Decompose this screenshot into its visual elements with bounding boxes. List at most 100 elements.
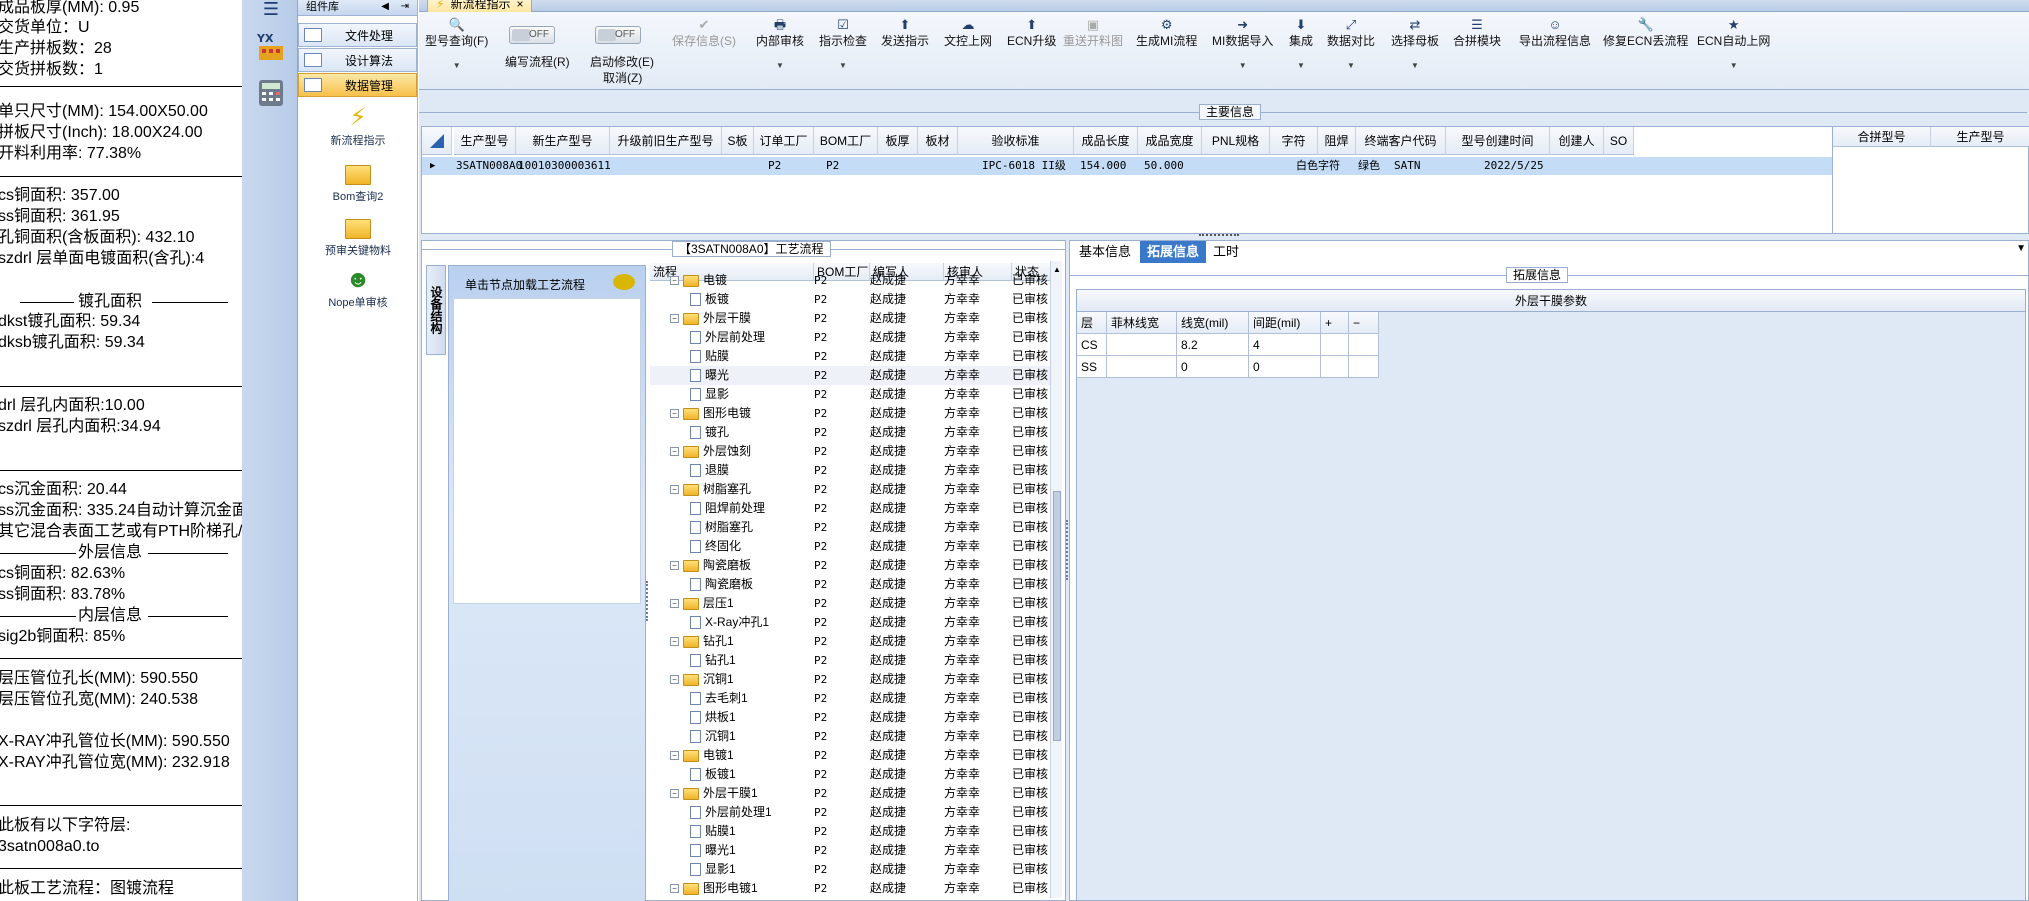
table-cell[interactable]: 4 — [1249, 334, 1321, 356]
collapse-icon[interactable]: − — [670, 637, 679, 646]
nope-review-item[interactable]: ☻ Nope单审核 — [298, 266, 418, 310]
table-cell[interactable]: 已审核 — [1012, 347, 1050, 366]
tree-group-row[interactable]: − 外层蚀刻 P2 赵成捷 方幸幸 已审核 — [650, 442, 1052, 461]
tree-step-row[interactable]: 板镀 P2 赵成捷 方幸幸 已审核 — [650, 290, 1052, 309]
table-cell[interactable]: 绿色 — [1358, 158, 1380, 174]
col-header[interactable]: PNL规格 — [1202, 127, 1270, 155]
tree-node[interactable]: 阻焊前处理 — [690, 499, 765, 518]
table-cell[interactable]: SS — [1077, 356, 1107, 378]
tree-group-row[interactable]: − 钻孔1 P2 赵成捷 方幸幸 已审核 — [650, 632, 1052, 651]
instruction-check-button[interactable]: ☑ 指示检查 ▼ — [819, 18, 867, 71]
table-cell[interactable]: P2 — [814, 594, 827, 613]
ecn-upgrade-button[interactable]: ⬆ ECN升级 — [1007, 18, 1056, 49]
table-cell[interactable]: P2 — [814, 689, 827, 708]
tree-node[interactable]: − 外层干膜1 — [670, 784, 758, 803]
table-cell[interactable]: 赵成捷 — [870, 841, 906, 860]
table-cell[interactable]: 赵成捷 — [870, 803, 906, 822]
dropdown-arrow-icon[interactable]: ▼ — [1212, 61, 1273, 70]
table-row-selected[interactable] — [422, 157, 1832, 175]
col-header[interactable]: SO — [1604, 127, 1634, 155]
close-icon[interactable]: × — [516, 0, 523, 12]
table-cell[interactable]: 方幸幸 — [944, 461, 980, 480]
resend-cutting-map-button[interactable]: ▣ 重送开料图 — [1063, 18, 1123, 49]
table-cell[interactable]: P2 — [814, 575, 827, 594]
tree-node[interactable]: − 沉铜1 — [670, 670, 734, 689]
table-cell[interactable]: 已审核 — [1012, 708, 1050, 727]
table-cell[interactable]: 方幸幸 — [944, 765, 980, 784]
col-header[interactable]: S板 — [722, 127, 754, 155]
tree-step-row[interactable]: 陶瓷磨板 P2 赵成捷 方幸幸 已审核 — [650, 575, 1052, 594]
tree-node[interactable]: − 电镀 — [670, 271, 727, 290]
table-cell[interactable]: P2 — [814, 841, 827, 860]
tree-node[interactable]: − 层压1 — [670, 594, 734, 613]
table-cell[interactable]: 方幸幸 — [944, 556, 980, 575]
table-cell[interactable]: P2 — [814, 822, 827, 841]
tree-group-row[interactable]: − 电镀 P2 赵成捷 方幸幸 已审核 — [650, 271, 1052, 290]
table-cell[interactable]: P2 — [814, 309, 827, 328]
table-cell[interactable]: 已审核 — [1012, 689, 1050, 708]
table-cell[interactable]: P2 — [814, 271, 827, 290]
tree-node[interactable]: 贴膜1 — [690, 822, 736, 841]
table-cell[interactable]: P2 — [814, 613, 827, 632]
table-cell[interactable]: P2 — [814, 556, 827, 575]
table-cell[interactable]: 已审核 — [1012, 290, 1050, 309]
dropdown-arrow-icon[interactable]: ▼ — [2016, 243, 2026, 254]
col-header[interactable]: 成品宽度 — [1138, 127, 1202, 155]
table-cell[interactable]: 方幸幸 — [944, 708, 980, 727]
table-cell[interactable]: P2 — [814, 727, 827, 746]
tab-new-process[interactable]: ⚡ 新流程指示 × — [427, 0, 533, 12]
dropdown-arrow-icon[interactable]: ▼ — [1697, 61, 1770, 70]
table-cell[interactable]: P2 — [814, 632, 827, 651]
collapse-icon[interactable]: − — [670, 447, 679, 456]
table-cell[interactable]: P2 — [814, 366, 827, 385]
table-cell[interactable]: 已审核 — [1012, 366, 1050, 385]
table-cell[interactable]: 方幸幸 — [944, 518, 980, 537]
table-cell[interactable]: 赵成捷 — [870, 404, 906, 423]
tree-node[interactable]: 贴膜 — [690, 347, 729, 366]
table-cell[interactable]: 0 — [1249, 356, 1321, 378]
save-info-button[interactable]: ✔ 保存信息(S) — [672, 18, 736, 49]
model-query-button[interactable]: 🔍 型号查询(F) ▼ — [425, 18, 488, 71]
table-cell[interactable]: 方幸幸 — [944, 860, 980, 879]
table-cell[interactable]: P2 — [814, 423, 827, 442]
col-header[interactable]: 层 — [1077, 312, 1107, 334]
table-cell[interactable]: 赵成捷 — [870, 537, 906, 556]
tree-node[interactable]: 镀孔 — [690, 423, 729, 442]
tree-node[interactable]: 陶瓷磨板 — [690, 575, 753, 594]
table-cell[interactable]: 已审核 — [1012, 632, 1050, 651]
tree-node[interactable]: − 图形电镀1 — [670, 879, 758, 898]
table-cell[interactable]: 已审核 — [1012, 594, 1050, 613]
col-header[interactable]: 创建人 — [1550, 127, 1604, 155]
yx-logo-icon[interactable]: YX — [254, 30, 288, 64]
tree-step-row[interactable]: 沉铜1 P2 赵成捷 方幸幸 已审核 — [650, 727, 1052, 746]
table-cell[interactable]: 3SATN008A0 — [456, 158, 522, 174]
bom-query-item[interactable]: Bom查询2 — [298, 160, 418, 204]
table-cell[interactable]: P2 — [814, 803, 827, 822]
table-cell[interactable]: 方幸幸 — [944, 689, 980, 708]
table-cell[interactable]: 方幸幸 — [944, 784, 980, 803]
tree-node[interactable]: − 陶瓷磨板 — [670, 556, 751, 575]
tree-step-row[interactable]: 阻焊前处理 P2 赵成捷 方幸幸 已审核 — [650, 499, 1052, 518]
table-cell[interactable]: 10010300003611 — [518, 158, 611, 174]
tree-group-row[interactable]: − 陶瓷磨板 P2 赵成捷 方幸幸 已审核 — [650, 556, 1052, 575]
tree-step-row[interactable]: 终固化 P2 赵成捷 方幸幸 已审核 — [650, 537, 1052, 556]
table-cell[interactable]: 已审核 — [1012, 613, 1050, 632]
tree-step-row[interactable]: 树脂塞孔 P2 赵成捷 方幸幸 已审核 — [650, 518, 1052, 537]
pin-icon[interactable]: ⇥ — [401, 0, 409, 14]
cancel-modify-label[interactable]: 取消(Z) — [603, 69, 642, 86]
dropdown-arrow-icon[interactable]: ▼ — [425, 61, 488, 70]
table-cell[interactable]: 方幸幸 — [944, 385, 980, 404]
tree-step-row[interactable]: 贴膜 P2 赵成捷 方幸幸 已审核 — [650, 347, 1052, 366]
hamburger-menu-icon[interactable]: ☰ — [254, 0, 288, 19]
table-cell[interactable]: 已审核 — [1012, 480, 1050, 499]
tree-step-row[interactable]: 镀孔 P2 赵成捷 方幸幸 已审核 — [650, 423, 1052, 442]
table-cell[interactable]: 已审核 — [1012, 860, 1050, 879]
table-cell[interactable]: P2 — [814, 765, 827, 784]
table-cell[interactable]: 方幸幸 — [944, 271, 980, 290]
table-cell[interactable]: 已审核 — [1012, 822, 1050, 841]
table-cell[interactable]: 方幸幸 — [944, 499, 980, 518]
table-cell[interactable]: 方幸幸 — [944, 347, 980, 366]
tree-group-row[interactable]: − 图形电镀1 P2 赵成捷 方幸幸 已审核 — [650, 879, 1052, 898]
table-cell[interactable]: 已审核 — [1012, 727, 1050, 746]
collapse-icon[interactable]: − — [670, 789, 679, 798]
